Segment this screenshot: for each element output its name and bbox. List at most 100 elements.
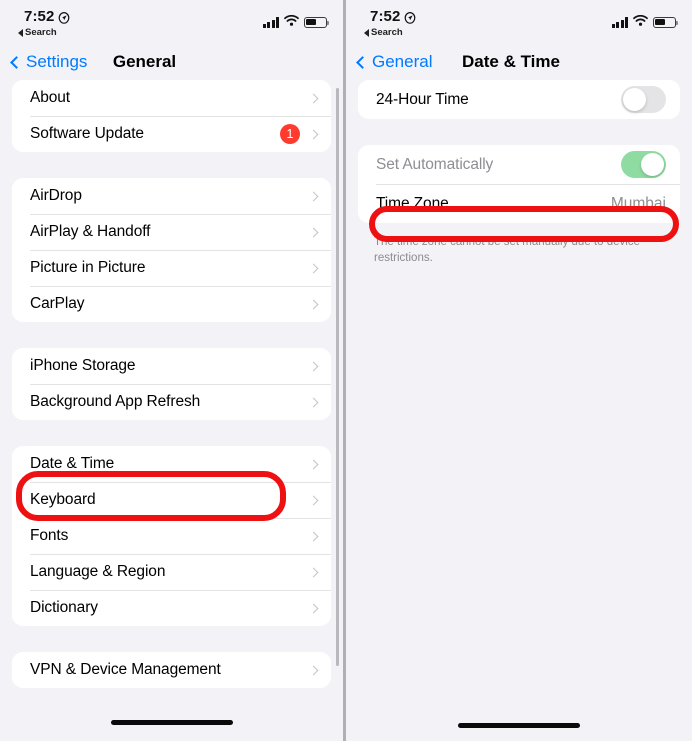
row-label: Background App Refresh — [30, 393, 201, 410]
toggle-knob — [641, 153, 664, 176]
location-arrow-icon — [58, 11, 70, 24]
row-label: CarPlay — [30, 295, 85, 312]
chevron-right-icon — [308, 227, 319, 237]
chevron-right-icon — [308, 191, 319, 201]
sidebar-item-about[interactable]: About — [12, 80, 331, 116]
settings-group-24-hour: 24-Hour Time — [358, 80, 680, 119]
screenshot-root: 7:52 Search Settings General About Softw… — [0, 0, 692, 741]
settings-group-connectivity: AirDrop AirPlay & Handoff Picture in Pic… — [12, 178, 331, 322]
sidebar-item-iphone-storage[interactable]: iPhone Storage — [12, 348, 331, 384]
sidebar-item-airdrop[interactable]: AirDrop — [12, 178, 331, 214]
status-bar-back-to-app[interactable]: Search — [364, 27, 403, 38]
chevron-right-icon — [308, 129, 319, 139]
date-time-settings-list: 24-Hour Time Set Automatically Time Zone… — [346, 80, 692, 266]
location-arrow-icon — [404, 11, 416, 24]
home-indicator — [110, 720, 233, 725]
status-bar-back-label: Search — [371, 27, 403, 38]
status-bar-time: 7:52 — [370, 8, 401, 25]
cellular-signal-icon — [611, 16, 628, 28]
row-label: Keyboard — [30, 491, 96, 508]
cellular-signal-icon — [262, 16, 279, 28]
row-label: AirDrop — [30, 187, 82, 204]
status-bar: 7:52 Search — [0, 0, 343, 44]
status-bar: 7:52 Search — [346, 0, 692, 44]
chevron-right-icon — [308, 531, 319, 541]
row-set-automatically[interactable]: Set Automatically — [358, 145, 680, 184]
chevron-right-icon — [308, 665, 319, 675]
row-label: Dictionary — [30, 599, 98, 616]
sidebar-item-keyboard[interactable]: Keyboard — [12, 482, 331, 518]
back-triangle-icon — [18, 28, 23, 37]
sidebar-item-vpn-device-management[interactable]: VPN & Device Management — [12, 652, 331, 688]
settings-group-about: About Software Update 1 — [12, 80, 331, 152]
chevron-left-icon — [356, 55, 369, 69]
toggle-set-automatically[interactable] — [621, 151, 666, 178]
chevron-right-icon — [308, 263, 319, 273]
battery-icon — [304, 16, 330, 28]
status-badge: 1 — [280, 124, 300, 144]
settings-group-storage: iPhone Storage Background App Refresh — [12, 348, 331, 420]
status-bar-indicators — [611, 13, 679, 31]
sidebar-item-picture-in-picture[interactable]: Picture in Picture — [12, 250, 331, 286]
sidebar-item-fonts[interactable]: Fonts — [12, 518, 331, 554]
toggle-knob — [623, 88, 646, 111]
back-triangle-icon — [364, 28, 369, 37]
chevron-left-icon — [10, 55, 23, 69]
settings-list: About Software Update 1 AirDrop AirPlay … — [0, 80, 343, 688]
row-label: AirPlay & Handoff — [30, 223, 151, 240]
chevron-right-icon — [308, 603, 319, 613]
back-button-label: Settings — [26, 52, 88, 71]
wifi-icon — [633, 13, 648, 31]
chevron-right-icon — [308, 361, 319, 371]
row-label: VPN & Device Management — [30, 661, 221, 678]
row-label: Language & Region — [30, 563, 166, 580]
chevron-right-icon — [308, 495, 319, 505]
status-bar-time-group: 7:52 — [24, 8, 70, 25]
status-bar-indicators — [262, 13, 330, 31]
time-zone-value: Mumbai — [610, 194, 666, 212]
navigation-bar: General Date & Time — [346, 44, 692, 80]
back-button-settings[interactable]: Settings — [10, 52, 88, 72]
sidebar-item-airplay-handoff[interactable]: AirPlay & Handoff — [12, 214, 331, 250]
chevron-right-icon — [308, 93, 319, 103]
row-label: Picture in Picture — [30, 259, 146, 276]
status-bar-back-to-app[interactable]: Search — [18, 27, 57, 38]
chevron-right-icon — [308, 299, 319, 309]
chevron-right-icon — [308, 397, 319, 407]
sidebar-item-carplay[interactable]: CarPlay — [12, 286, 331, 322]
battery-icon — [653, 16, 679, 28]
home-indicator — [458, 723, 580, 728]
status-bar-back-label: Search — [25, 27, 57, 38]
toggle-24-hour-time[interactable] — [621, 86, 666, 113]
navigation-bar: Settings General — [0, 44, 343, 80]
row-label: Software Update — [30, 125, 144, 142]
sidebar-item-background-app-refresh[interactable]: Background App Refresh — [12, 384, 331, 420]
timezone-restriction-caption: The time zone cannot be set manually due… — [374, 236, 640, 264]
row-label: Fonts — [30, 527, 69, 544]
scrollbar[interactable] — [336, 88, 339, 666]
right-phone-screen: 7:52 Search General Date & Time 24-Hour … — [346, 0, 692, 741]
row-time-zone[interactable]: Time Zone Mumbai — [358, 184, 680, 223]
sidebar-item-language-region[interactable]: Language & Region — [12, 554, 331, 590]
status-bar-time-group: 7:52 — [370, 8, 416, 25]
row-label: About — [30, 89, 71, 106]
chevron-right-icon — [308, 567, 319, 577]
row-label: iPhone Storage — [30, 357, 136, 374]
row-label: Date & Time — [30, 455, 115, 472]
sidebar-item-dictionary[interactable]: Dictionary — [12, 590, 331, 626]
row-24-hour-time[interactable]: 24-Hour Time — [358, 80, 680, 119]
row-label: Time Zone — [376, 194, 449, 212]
settings-group-localization: Date & Time Keyboard Fonts Language & Re… — [12, 446, 331, 626]
status-bar-time: 7:52 — [24, 8, 55, 25]
left-phone-screen: 7:52 Search Settings General About Softw… — [0, 0, 346, 741]
back-button-general[interactable]: General — [356, 52, 433, 72]
sidebar-item-software-update[interactable]: Software Update 1 — [12, 116, 331, 152]
settings-group-timezone: Set Automatically Time Zone Mumbai — [358, 145, 680, 223]
settings-group-vpn: VPN & Device Management — [12, 652, 331, 688]
sidebar-item-date-time[interactable]: Date & Time — [12, 446, 331, 482]
wifi-icon — [284, 13, 299, 31]
back-button-label: General — [372, 52, 433, 71]
row-label: Set Automatically — [376, 155, 494, 173]
chevron-right-icon — [308, 459, 319, 469]
row-label: 24-Hour Time — [376, 90, 469, 108]
